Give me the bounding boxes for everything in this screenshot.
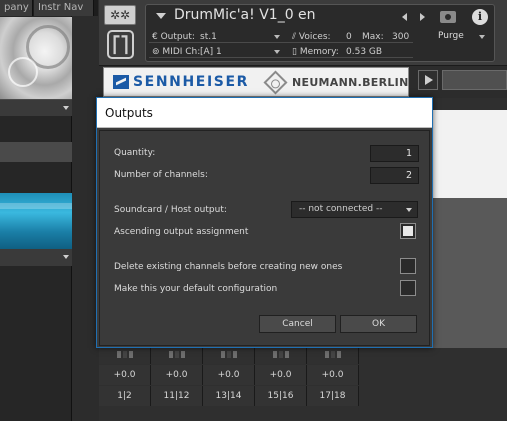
browser-pane: [0, 0, 72, 421]
channels-label: Number of channels:: [114, 170, 208, 180]
meter-segment: [220, 350, 225, 358]
meter-segment: [330, 350, 335, 358]
neumann-logo-text: NEUMANN.BERLIN: [292, 76, 409, 89]
channels-field[interactable]: 2: [370, 167, 419, 184]
chevron-down-icon: [274, 35, 280, 39]
midi-label-text: MIDI Ch:: [162, 47, 201, 57]
midi-channel-label: ⊚ MIDI Ch:: [152, 47, 201, 57]
meter-segment: [278, 350, 283, 358]
channel-number-row: 1|2 11|12 13|14 15|16 17|18: [99, 386, 361, 406]
library-dropdown-1[interactable]: [0, 99, 72, 116]
meter-segment: [324, 350, 329, 358]
meter-segment: [226, 350, 231, 358]
chevron-down-icon: [274, 50, 280, 54]
channel-pan[interactable]: +0.0: [203, 365, 255, 385]
info-icon[interactable]: i: [472, 9, 488, 25]
library-item-highlight[interactable]: [0, 142, 72, 162]
play-icon[interactable]: [418, 70, 438, 90]
instrument-name[interactable]: DrumMic'a! V1_0 en: [174, 7, 316, 23]
dialog-body: Quantity: 1 Number of channels: 2 Soundc…: [99, 130, 430, 346]
thumbnail-decoration: [0, 203, 72, 209]
previous-instrument-icon[interactable]: [402, 13, 407, 21]
delete-channels-checkbox[interactable]: [400, 258, 416, 274]
instrument-banner: SENNHEISER NEUMANN.BERLIN: [103, 67, 409, 97]
output-label-text: Output:: [160, 32, 195, 42]
meter-segment: [168, 350, 173, 358]
next-instrument-icon[interactable]: [420, 13, 425, 21]
meter-segment: [116, 350, 121, 358]
channel-number[interactable]: 13|14: [203, 386, 255, 406]
meter-segment: [174, 350, 179, 358]
meter-segment: [336, 350, 341, 358]
panel-white-area: [432, 110, 507, 198]
voices-label-text: Voices:: [298, 32, 331, 42]
kontakt-logo-icon[interactable]: ⎡⎤: [107, 30, 134, 59]
ascending-label: Ascending output assignment: [114, 227, 249, 237]
sennheiser-logo-text: SENNHEISER: [133, 74, 249, 90]
voices-value: 0: [346, 32, 352, 42]
outputs-dialog: Outputs Quantity: 1 Number of channels: …: [96, 97, 433, 348]
tab-instr-nav[interactable]: Instr Nav: [34, 0, 94, 16]
default-config-checkbox[interactable]: [400, 280, 416, 296]
channel-number[interactable]: 1|2: [99, 386, 151, 406]
library-thumbnail-1[interactable]: [0, 17, 72, 99]
dialog-title: Outputs: [105, 106, 153, 120]
channel-pan[interactable]: +0.0: [99, 365, 151, 385]
meter-segment: [180, 350, 185, 358]
meter-segment: [128, 350, 133, 358]
quantity-label: Quantity:: [114, 148, 156, 158]
kontakt-window: pany Instr Nav ✲✲ ⎡⎤ DrumMic'a! V1_0 en …: [0, 0, 507, 421]
snapshot-camera-icon[interactable]: [440, 11, 456, 23]
collapse-triangle-icon[interactable]: [156, 13, 166, 19]
default-config-label: Make this your default configuration: [114, 284, 278, 294]
output-label: € Output:: [152, 32, 195, 42]
max-voices-value[interactable]: 300: [392, 32, 409, 42]
memory-label-text: Memory:: [299, 47, 339, 57]
channel-number[interactable]: 11|12: [151, 386, 203, 406]
gears-icon[interactable]: ✲✲: [104, 5, 136, 25]
library-thumbnail-2[interactable]: [0, 193, 72, 249]
meter-segment: [122, 350, 127, 358]
cancel-button[interactable]: Cancel: [259, 315, 336, 333]
delete-channels-label: Delete existing channels before creating…: [114, 262, 343, 272]
channel-pan[interactable]: +0.0: [151, 365, 203, 385]
output-select[interactable]: st.1: [200, 32, 217, 42]
sennheiser-logo-icon: [113, 75, 129, 89]
voices-label: ⫽ Voices:: [292, 32, 331, 42]
thumbnail-decoration: [8, 57, 38, 87]
neumann-logo-icon: [263, 70, 288, 95]
purge-menu[interactable]: Purge: [438, 31, 464, 41]
chevron-down-icon: [63, 106, 69, 110]
tab-company[interactable]: pany: [0, 0, 33, 16]
instrument-info-panel: DrumMic'a! V1_0 en i € Output: st.1 ⫽ Vo…: [145, 4, 495, 62]
dialog-title-bar[interactable]: Outputs: [97, 98, 432, 128]
ok-button[interactable]: OK: [340, 315, 417, 333]
channel-number[interactable]: 17|18: [307, 386, 359, 406]
soundcard-output-select[interactable]: -- not connected --: [291, 201, 418, 218]
channel-pan[interactable]: +0.0: [307, 365, 359, 385]
meter-segment: [272, 350, 277, 358]
memory-label: ▯ Memory:: [292, 47, 339, 57]
soundcard-output-value: -- not connected --: [299, 204, 383, 214]
quantity-field[interactable]: 1: [370, 145, 419, 162]
library-dropdown-2[interactable]: [0, 249, 72, 266]
memory-value: 0.53 GB: [346, 47, 383, 57]
meter-segment: [284, 350, 289, 358]
channel-pan[interactable]: +0.0: [255, 365, 307, 385]
meter-segment: [232, 350, 237, 358]
soundcard-label: Soundcard / Host output:: [114, 205, 227, 215]
transport-bar: [442, 70, 507, 90]
panel-gray-area: [432, 198, 507, 348]
instrument-header: ✲✲ ⎡⎤ DrumMic'a! V1_0 en i € Output: st.…: [99, 0, 507, 66]
ascending-checkbox[interactable]: [400, 223, 416, 239]
chevron-down-icon: [406, 208, 412, 212]
max-label: Max:: [362, 32, 384, 42]
instrument-side-buttons: ✲✲ ⎡⎤: [104, 5, 140, 59]
channel-number[interactable]: 15|16: [255, 386, 307, 406]
channel-pan-row: +0.0 +0.0 +0.0 +0.0 +0.0: [99, 365, 361, 385]
chevron-down-icon: [63, 255, 69, 259]
browser-tabs: pany Instr Nav: [0, 0, 98, 16]
chevron-down-icon: [479, 35, 485, 39]
midi-channel-select[interactable]: [A] 1: [200, 47, 222, 57]
